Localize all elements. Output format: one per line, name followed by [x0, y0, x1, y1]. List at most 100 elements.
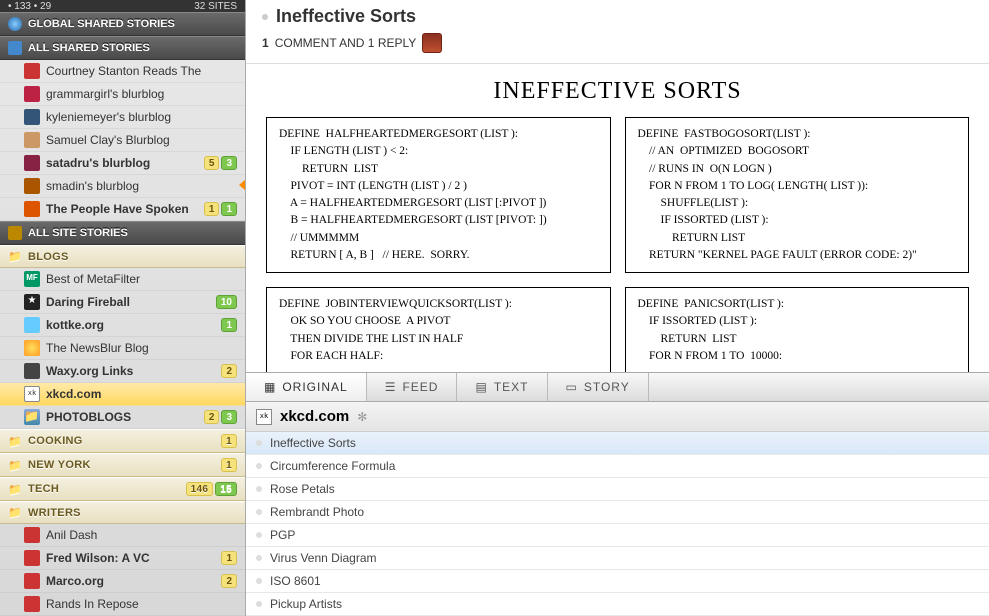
feed-name[interactable]: xkcd.com	[280, 408, 349, 425]
comic-grid: DEFINE HALFHEARTEDMERGESORT (LIST ): IF …	[266, 117, 969, 372]
commenter-avatar[interactable]	[422, 33, 442, 53]
section-all-site[interactable]: ALL SITE STORIES	[0, 221, 245, 245]
shared-feeds-list: Courtney Stanton Reads Thegrammargirl's …	[0, 60, 245, 221]
shared-feed-item[interactable]: The People Have Spoken11	[0, 198, 245, 221]
story-row-title: Rose Petals	[270, 482, 335, 496]
grid-icon: ▦	[264, 380, 276, 394]
tab-feed[interactable]: ☰FEED	[367, 373, 458, 401]
feed-item[interactable]: ★ Daring Fireball 10	[0, 291, 245, 314]
feed-item[interactable]: Fred Wilson: A VC1	[0, 547, 245, 570]
story-row[interactable]: ISO 8601	[246, 570, 989, 593]
folder-header[interactable]: 📁NEW YORK1	[0, 453, 245, 477]
folder-header[interactable]: 📁COOKING1	[0, 429, 245, 453]
folder-header[interactable]: 📁 WRITERS	[0, 501, 245, 524]
feed-name: Daring Fireball	[46, 295, 210, 309]
shared-feed-item[interactable]: Samuel Clay's Blurblog	[0, 129, 245, 152]
site-icon	[8, 226, 22, 240]
folder-label: NEW YORK	[28, 459, 215, 471]
story-row[interactable]: Rembrandt Photo	[246, 501, 989, 524]
story-title-text: Ineffective Sorts	[276, 6, 416, 27]
section-global-shared[interactable]: GLOBAL SHARED STORIES	[0, 12, 245, 36]
story-row[interactable]: Ineffective Sorts	[246, 432, 989, 455]
badges: 1	[221, 434, 237, 448]
feed-name: Anil Dash	[46, 528, 237, 542]
feed-favicon	[24, 527, 40, 543]
badges: 1	[221, 551, 237, 565]
folder-label: WRITERS	[28, 507, 237, 519]
story-content: INEFFECTIVE SORTS DEFINE HALFHEARTEDMERG…	[246, 64, 989, 372]
story-comments[interactable]: 1 COMMENT AND 1 REPLY	[262, 33, 973, 53]
story-row-title: Pickup Artists	[270, 597, 342, 611]
tab-label: TEXT	[494, 380, 529, 394]
subfolder-item[interactable]: 📁PHOTOBLOGS23	[0, 406, 245, 429]
feed-favicon	[24, 596, 40, 612]
tab-label: FEED	[402, 380, 438, 394]
feed-name: The People Have Spoken	[46, 202, 198, 216]
feed-name: PHOTOBLOGS	[46, 410, 198, 424]
shared-icon	[8, 41, 22, 55]
folder-header[interactable]: 📁BLOGS	[0, 245, 245, 268]
folder-header[interactable]: 📁TECH14615	[0, 477, 245, 501]
shared-feed-item[interactable]: kyleniemeyer's blurblog	[0, 106, 245, 129]
comic-panel: DEFINE PANICSORT(LIST ): IF ISSORTED (LI…	[625, 287, 970, 372]
arrow-indicator-icon	[239, 179, 246, 191]
folder-icon: 📁	[8, 435, 22, 448]
feed-favicon: ★	[24, 294, 40, 310]
shared-feed-item[interactable]: Courtney Stanton Reads The	[0, 60, 245, 83]
feed-name: xkcd.com	[46, 387, 237, 401]
folder-icon: 📁	[8, 250, 22, 263]
story-row[interactable]: Pickup Artists	[246, 593, 989, 616]
badges: 1	[221, 318, 237, 332]
feed-name: Best of MetaFilter	[46, 272, 237, 286]
feed-item[interactable]: kottke.org1	[0, 314, 245, 337]
story-row-title: Circumference Formula	[270, 459, 395, 473]
feed-item[interactable]: The NewsBlur Blog	[0, 337, 245, 360]
story-row[interactable]: Virus Venn Diagram	[246, 547, 989, 570]
tab-original[interactable]: ▦ORIGINAL	[246, 373, 367, 401]
shared-feed-item[interactable]: satadru's blurblog53	[0, 152, 245, 175]
story-row[interactable]: Circumference Formula	[246, 455, 989, 478]
feed-item[interactable]: Anil Dash	[0, 524, 245, 547]
feed-favicon	[24, 340, 40, 356]
unread-dot-icon	[256, 532, 262, 538]
shared-feed-item[interactable]: smadin's blurblog	[0, 175, 245, 198]
site-count: 32 SITES	[194, 1, 237, 12]
unread-dot-icon	[256, 509, 262, 515]
tab-text[interactable]: ▤TEXT	[457, 373, 547, 401]
unread-badge: 1	[221, 202, 237, 216]
feed-item[interactable]: MFBest of MetaFilter	[0, 268, 245, 291]
feed-item[interactable]: xkxkcd.com	[0, 383, 245, 406]
unread-badge: 2	[221, 574, 237, 588]
feed-favicon	[24, 317, 40, 333]
feed-item[interactable]: Waxy.org Links2	[0, 360, 245, 383]
folder-icon: 📁	[8, 483, 22, 496]
unread-dot-icon	[256, 440, 262, 446]
badges: 2	[221, 364, 237, 378]
unread-dot-icon	[256, 463, 262, 469]
feed-favicon: xk	[256, 409, 272, 425]
feed-favicon	[24, 550, 40, 566]
badges: 53	[204, 156, 237, 170]
shared-feed-item[interactable]: grammargirl's blurblog	[0, 83, 245, 106]
section-all-shared[interactable]: ALL SHARED STORIES	[0, 36, 245, 60]
unread-dot-icon	[262, 14, 268, 20]
tab-story[interactable]: ▭STORY	[548, 373, 649, 401]
unread-badge: 10	[216, 295, 237, 309]
gear-icon[interactable]: ✻	[357, 410, 367, 424]
feed-name: Rands In Repose	[46, 597, 237, 611]
globe-icon	[8, 17, 22, 31]
feed-header: xk xkcd.com ✻	[246, 402, 989, 432]
comment-count: 1	[262, 36, 269, 50]
folder-icon: 📁	[8, 506, 22, 519]
unread-dot-icon	[256, 578, 262, 584]
story-row[interactable]: Rose Petals	[246, 478, 989, 501]
section-label: ALL SHARED STORIES	[28, 42, 150, 54]
main-pane: Ineffective Sorts 1 COMMENT AND 1 REPLY …	[246, 0, 989, 616]
comic-title: INEFFECTIVE SORTS	[266, 78, 969, 105]
story-row[interactable]: PGP	[246, 524, 989, 547]
comic-panel: DEFINE JOBINTERVIEWQUICKSORT(LIST ): OK …	[266, 287, 611, 372]
unread-badge: 3	[221, 410, 237, 424]
feed-favicon	[24, 132, 40, 148]
feed-item[interactable]: Marco.org2	[0, 570, 245, 593]
feed-item[interactable]: Rands In Repose	[0, 593, 245, 616]
